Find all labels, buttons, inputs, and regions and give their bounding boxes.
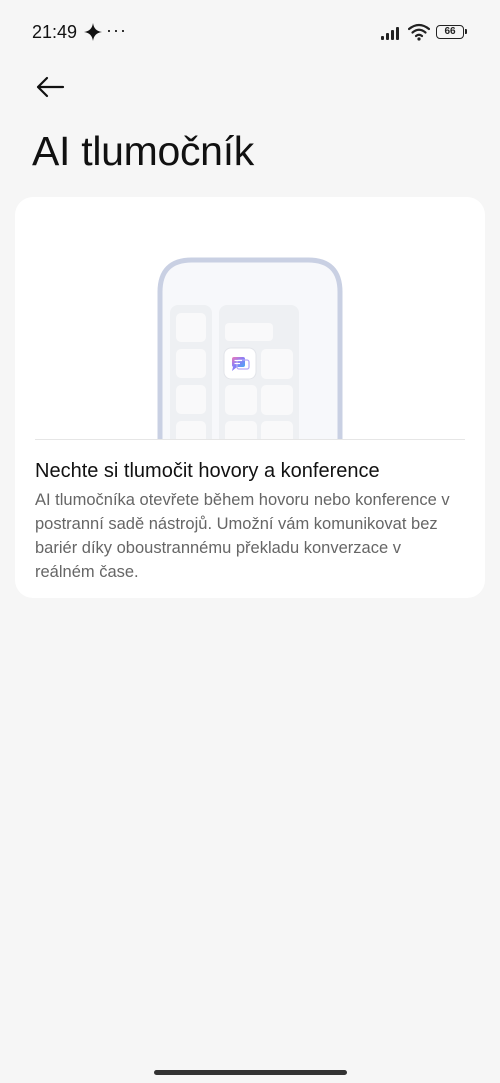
page-title: AI tlumočník <box>32 128 254 174</box>
status-time: 21:49 <box>32 22 78 42</box>
status-bar: 21:49 ··· 66 <box>0 0 500 66</box>
home-indicator[interactable] <box>154 1070 347 1075</box>
more-notifications-indicator: ··· <box>106 20 127 40</box>
feature-card: Nechte si tlumočit hovory a konference A… <box>15 197 485 598</box>
sparkle-icon <box>84 23 102 41</box>
wifi-icon <box>407 23 431 41</box>
card-heading: Nechte si tlumočit hovory a konference <box>35 460 380 482</box>
back-button[interactable] <box>30 70 70 104</box>
battery-icon: 66 <box>436 25 467 39</box>
phone-illustration <box>15 197 485 440</box>
card-description: AI tlumočníka otevřete během hovoru nebo… <box>35 491 450 581</box>
divider <box>35 439 465 440</box>
arrow-left-icon <box>36 76 65 98</box>
signal-icon <box>381 26 403 40</box>
